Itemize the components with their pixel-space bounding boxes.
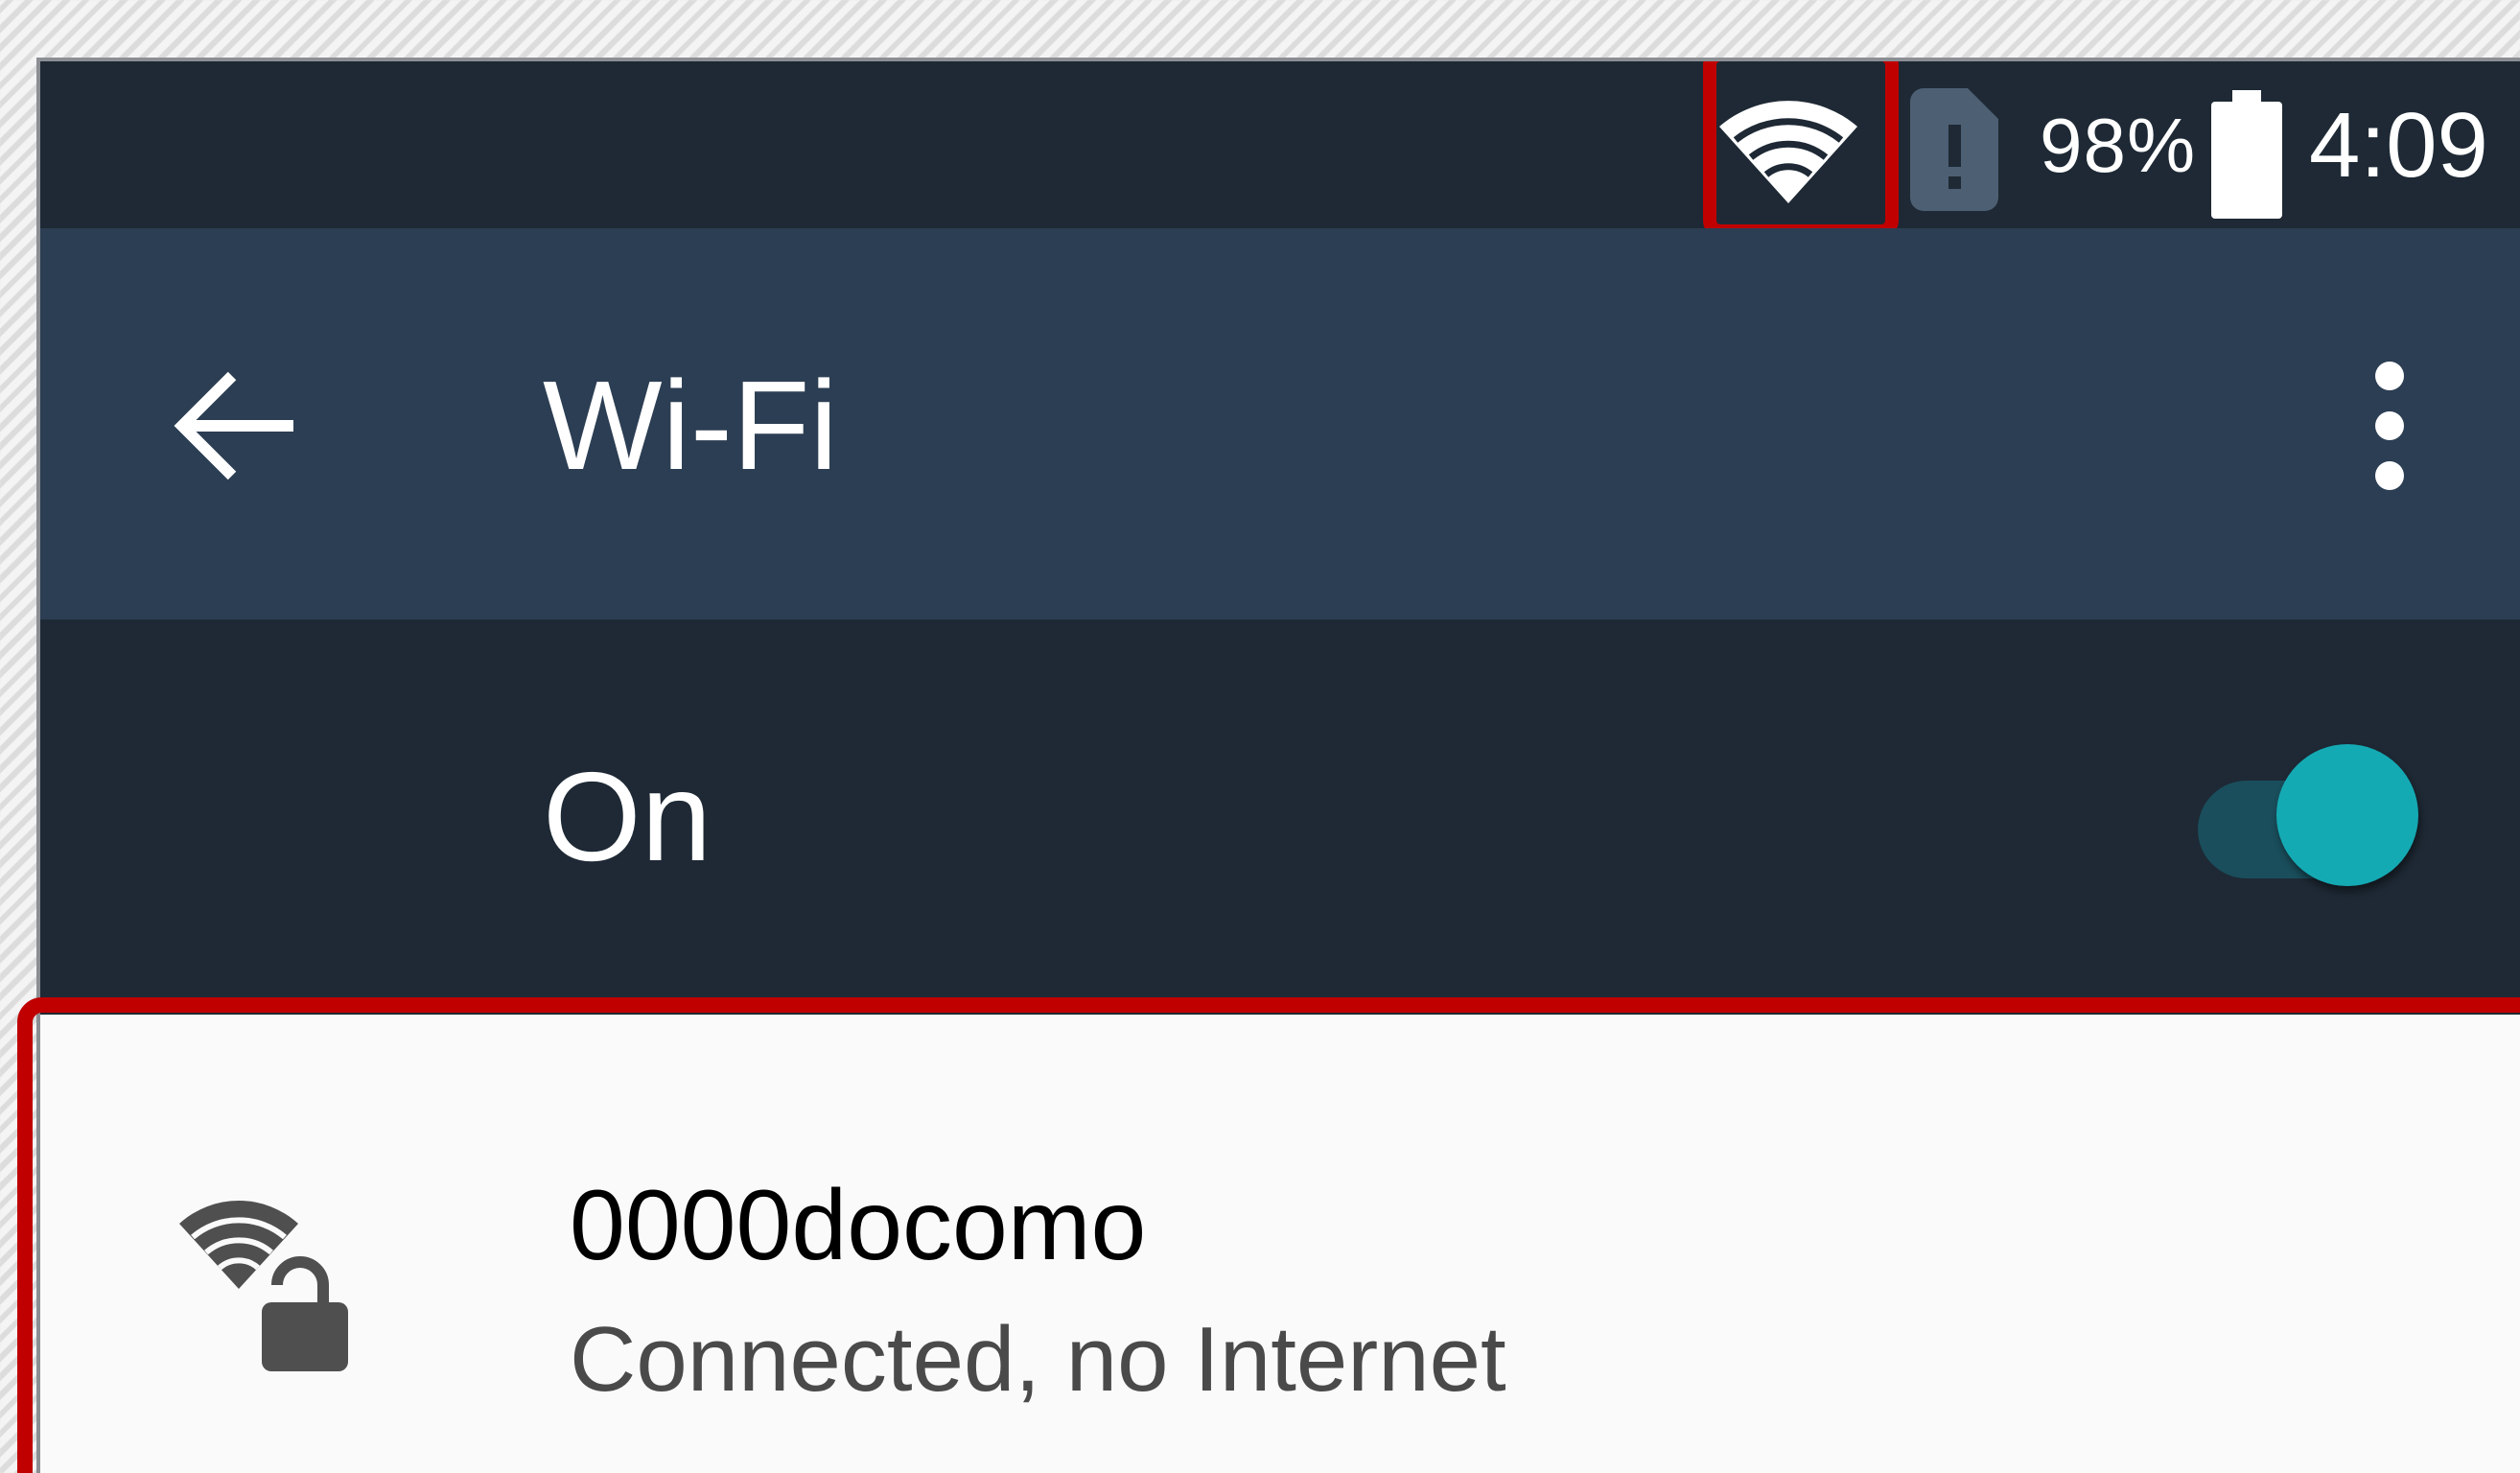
battery-icon: [2211, 90, 2282, 219]
more-vert-icon[interactable]: [2361, 361, 2418, 491]
wifi-toggle-label: On: [543, 746, 712, 887]
arrow-back-icon[interactable]: [173, 362, 299, 489]
wifi-icon-highlight-box: [1703, 61, 1899, 238]
wifi-master-toggle-row[interactable]: On: [40, 620, 2520, 1015]
toggle-thumb: [2276, 744, 2418, 886]
network-item-highlight-box: [17, 997, 2520, 1473]
sim-card-alert-icon: [1910, 88, 1998, 211]
status-time: 4:09: [2309, 94, 2488, 197]
page-title: Wi-Fi: [543, 355, 838, 496]
wifi-toggle-switch[interactable]: [2198, 744, 2428, 898]
status-bar: 98% 4:09: [40, 61, 2520, 238]
app-bar: Wi-Fi: [40, 228, 2520, 620]
battery-percentage: 98%: [2040, 103, 2197, 188]
